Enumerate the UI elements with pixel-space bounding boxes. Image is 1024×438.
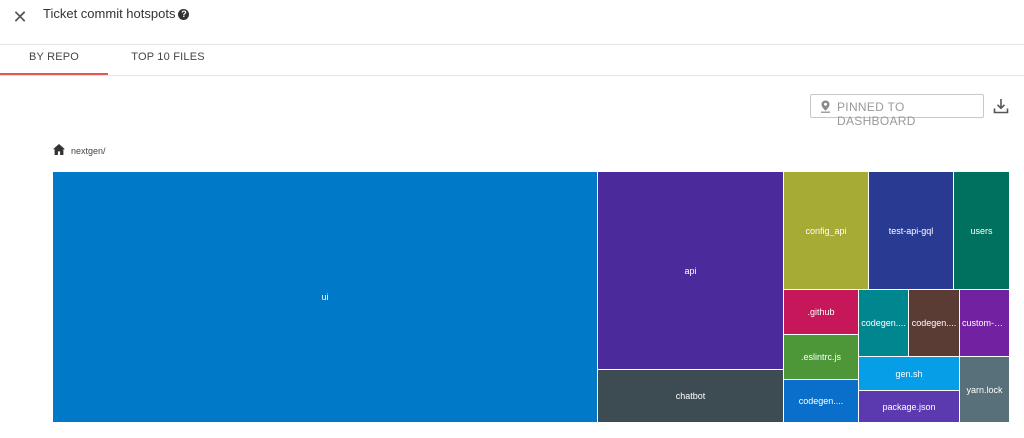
treemap-cell-label: gen.sh [895, 368, 923, 379]
treemap-cell-codegen-1[interactable]: codegen.... [858, 289, 909, 357]
treemap-cell-custom-co[interactable]: custom-co... [959, 289, 1010, 357]
treemap-cell-label: ui [321, 292, 329, 302]
treemap-cell-gen-sh[interactable]: gen.sh [858, 356, 960, 391]
tab-top-10-files[interactable]: TOP 10 FILES [118, 45, 218, 74]
pinned-to-dashboard-label: PINNED TO DASHBOARD [837, 100, 916, 128]
breadcrumb-path[interactable]: nextgen/ [71, 146, 106, 156]
header-bar: ✕ Ticket commit hotspots? [0, 0, 1024, 45]
treemap-cell-label: test-api-gql [888, 225, 934, 236]
treemap-cell-label: codegen.... [798, 396, 844, 406]
treemap-cell-github[interactable]: .github [783, 289, 859, 335]
location-pin-icon [821, 100, 830, 113]
treemap-cell-ui[interactable]: ui [52, 171, 598, 423]
treemap-cell-label: api [684, 265, 697, 276]
treemap-cell-chatbot[interactable]: chatbot [597, 369, 784, 423]
repo-treemap: ui api chatbot config_api test-api-gql u… [52, 171, 1022, 423]
home-icon[interactable] [53, 144, 65, 155]
treemap-cell-label: users [970, 225, 993, 236]
close-icon[interactable]: ✕ [10, 7, 30, 27]
treemap-cell-config-api[interactable]: config_api [783, 171, 869, 290]
treemap-cell-package-json[interactable]: package.json [858, 390, 960, 423]
help-circle-icon[interactable]: ? [178, 9, 190, 20]
treemap-cell-users[interactable]: users [953, 171, 1010, 290]
page-title-text: Ticket commit hotspots [43, 6, 176, 21]
treemap-cell-label: codegen.... [861, 318, 906, 328]
treemap-cell-label: .eslintrc.js [800, 352, 841, 362]
treemap-cell-label: yarn.lock [966, 384, 1003, 395]
treemap-cell-label: chatbot [675, 391, 706, 401]
download-icon[interactable] [993, 98, 1009, 114]
pinned-to-dashboard-button[interactable]: PINNED TO DASHBOARD [810, 94, 984, 128]
treemap-cell-label: codegen.... [911, 318, 957, 328]
tab-by-repo[interactable]: BY REPO [0, 45, 108, 75]
treemap-cell-label: config_api [805, 225, 847, 236]
treemap-cell-label: .github [807, 307, 835, 317]
page-title: Ticket commit hotspots? [43, 6, 190, 21]
treemap-cell-eslintrc[interactable]: .eslintrc.js [783, 334, 859, 380]
treemap-cell-codegen-2[interactable]: codegen.... [908, 289, 960, 357]
treemap-cell-label: custom-co... [962, 318, 1009, 328]
treemap-cell-api[interactable]: api [597, 171, 784, 370]
tab-bar: BY REPO TOP 10 FILES [0, 45, 1024, 76]
treemap-cell-yarn-lock[interactable]: yarn.lock [959, 356, 1010, 423]
treemap-cell-codegen-3[interactable]: codegen.... [783, 379, 859, 423]
treemap-cell-label: package.json [882, 401, 936, 412]
treemap-cell-test-api-gql[interactable]: test-api-gql [868, 171, 954, 290]
